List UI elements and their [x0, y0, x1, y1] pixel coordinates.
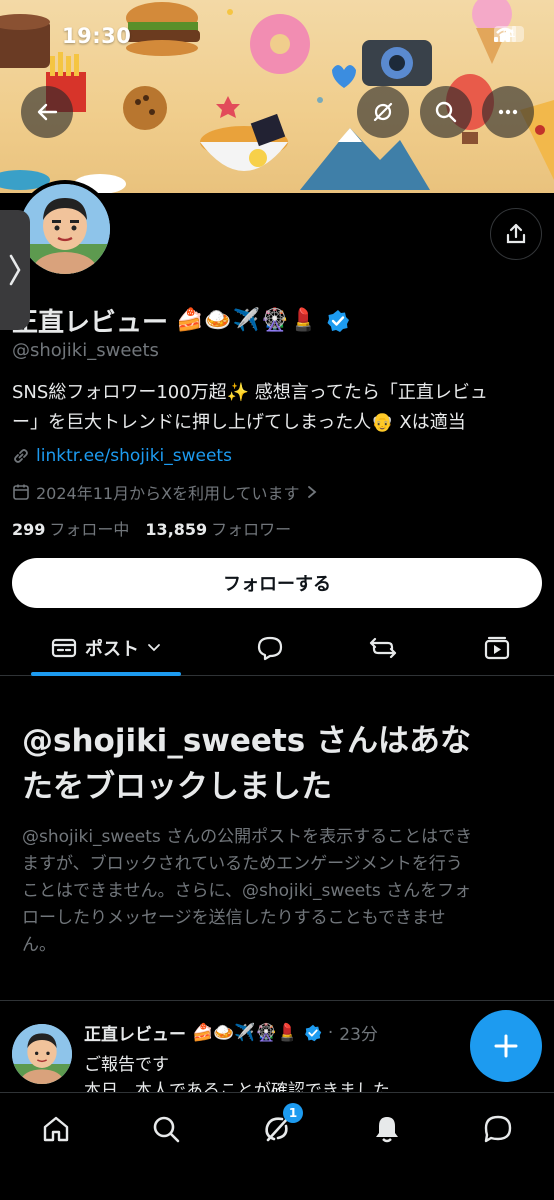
post-time: 23分	[339, 1025, 378, 1045]
plus-icon	[494, 1034, 518, 1058]
followers-count: 13,859	[145, 520, 208, 539]
divider	[0, 1000, 554, 1001]
status-time: 19:30	[62, 24, 132, 48]
nav-messages[interactable]	[478, 1109, 518, 1149]
joined-date-text: 2024年11月からXを利用しています	[36, 484, 300, 503]
active-tab-indicator	[31, 672, 181, 676]
profile-link[interactable]: linktr.ee/shojiki_sweets	[12, 446, 232, 466]
blocked-desc-line: ますが、ブロックされているためエンゲージメントを行う	[22, 854, 463, 874]
name-emojis: 🍰🍛✈️🎡💄	[176, 308, 318, 333]
tab-posts-label: ポスト	[85, 639, 139, 660]
nav-notifications[interactable]	[367, 1109, 407, 1149]
notification-badge: 1	[283, 1103, 303, 1123]
nav-search[interactable]	[146, 1109, 186, 1149]
verified-badge-icon	[304, 1024, 322, 1041]
following-label: フォロー中	[49, 520, 130, 539]
post-time-separator: ·	[327, 1022, 334, 1043]
post-avatar[interactable]	[12, 1024, 72, 1084]
post-author-name[interactable]: 正直レビュー	[84, 1020, 186, 1045]
search-icon	[153, 1116, 180, 1143]
chevron-right-icon	[9, 254, 21, 286]
blocked-desc-line: ローしたりメッセージを送信したりすることもできませ	[22, 908, 446, 928]
profile-bio: SNS総フォロワー100万超✨ 感想言ってたら「正直レビュ ー」を巨大トレンドに…	[12, 378, 532, 438]
following-stat[interactable]: 299 フォロー中	[12, 516, 129, 540]
joined-date-row[interactable]: 2024年11月からXを利用しています	[12, 480, 318, 504]
followers-stat[interactable]: 13,859 フォロワー	[145, 516, 291, 540]
follow-button[interactable]: フォローする	[12, 558, 542, 608]
profile-tabs: ポスト	[0, 622, 554, 676]
tab-reposts[interactable]	[363, 622, 403, 674]
profile-name-row: 正直レビュー 🍰🍛✈️🎡💄	[12, 302, 350, 339]
avatar-image	[20, 184, 110, 274]
wifi-icon	[496, 27, 514, 41]
tab-posts[interactable]: ポスト	[31, 622, 181, 674]
calendar-icon	[13, 484, 29, 500]
bell-icon	[376, 1117, 398, 1143]
post-text-line[interactable]: ご報告です	[84, 1050, 169, 1075]
more-button[interactable]	[482, 86, 534, 138]
profile-link-text[interactable]: linktr.ee/shojiki_sweets	[36, 446, 232, 466]
back-button[interactable]	[21, 86, 73, 138]
chevron-right-icon	[307, 486, 316, 498]
bio-line: ー」を巨大トレンドに押し上げてしまった人👴 Xは適当	[12, 412, 466, 433]
chat-icon	[484, 1115, 512, 1143]
status-icons: 21	[494, 26, 524, 42]
chevron-down-icon	[148, 644, 160, 652]
post-author-emojis: 🍰🍛✈️🎡💄	[192, 1022, 298, 1043]
bio-line: SNS総フォロワー100万超✨ 感想言ってたら「正直レビュ	[12, 382, 488, 403]
compose-post-button[interactable]	[470, 1010, 542, 1082]
posts-tab-icon	[51, 638, 77, 658]
tab-media[interactable]	[477, 622, 517, 674]
nav-grok[interactable]: 1	[257, 1103, 303, 1149]
follow-stats: 299 フォロー中 13,859 フォロワー	[12, 516, 291, 540]
hide-icon	[373, 102, 393, 122]
hide-button[interactable]	[357, 86, 409, 138]
blocked-title: @shojiki_sweets さんはあな たをブロックしました	[22, 718, 542, 810]
home-icon	[43, 1116, 69, 1142]
blocked-desc-line: @shojiki_sweets さんの公開ポストを表示することはでき	[22, 827, 473, 847]
more-icon	[498, 109, 518, 115]
retweet-icon	[369, 637, 397, 659]
following-count: 299	[12, 520, 46, 539]
side-panel-handle[interactable]	[0, 210, 30, 330]
post-header: 正直レビュー 🍰🍛✈️🎡💄 · 23分	[84, 1020, 378, 1046]
profile-avatar[interactable]	[16, 180, 114, 278]
bottom-navigation: 1	[0, 1092, 554, 1200]
share-icon	[506, 223, 526, 244]
link-icon	[14, 449, 28, 463]
verified-badge-icon[interactable]	[326, 309, 350, 333]
blocked-title-line: たをブロックしました	[22, 769, 332, 805]
tab-replies[interactable]	[250, 622, 290, 674]
search-icon	[435, 101, 457, 123]
share-button[interactable]	[490, 208, 542, 260]
search-button[interactable]	[420, 86, 472, 138]
nav-home[interactable]	[36, 1109, 76, 1149]
replies-icon	[257, 636, 283, 661]
back-arrow-icon	[37, 103, 58, 121]
blocked-description: @shojiki_sweets さんの公開ポストを表示することはでき ますが、ブ…	[22, 824, 532, 959]
profile-handle: @shojiki_sweets	[12, 340, 159, 361]
profile-banner[interactable]: 19:30 21	[0, 0, 554, 193]
blocked-title-line: @shojiki_sweets さんはあな	[22, 723, 472, 759]
blocked-desc-line: ん。	[22, 935, 56, 955]
display-name: 正直レビュー	[12, 308, 169, 338]
blocked-desc-line: ことはできません。さらに、@shojiki_sweets さんをフォ	[22, 881, 472, 901]
media-icon	[484, 636, 510, 660]
followers-label: フォロワー	[211, 520, 292, 539]
